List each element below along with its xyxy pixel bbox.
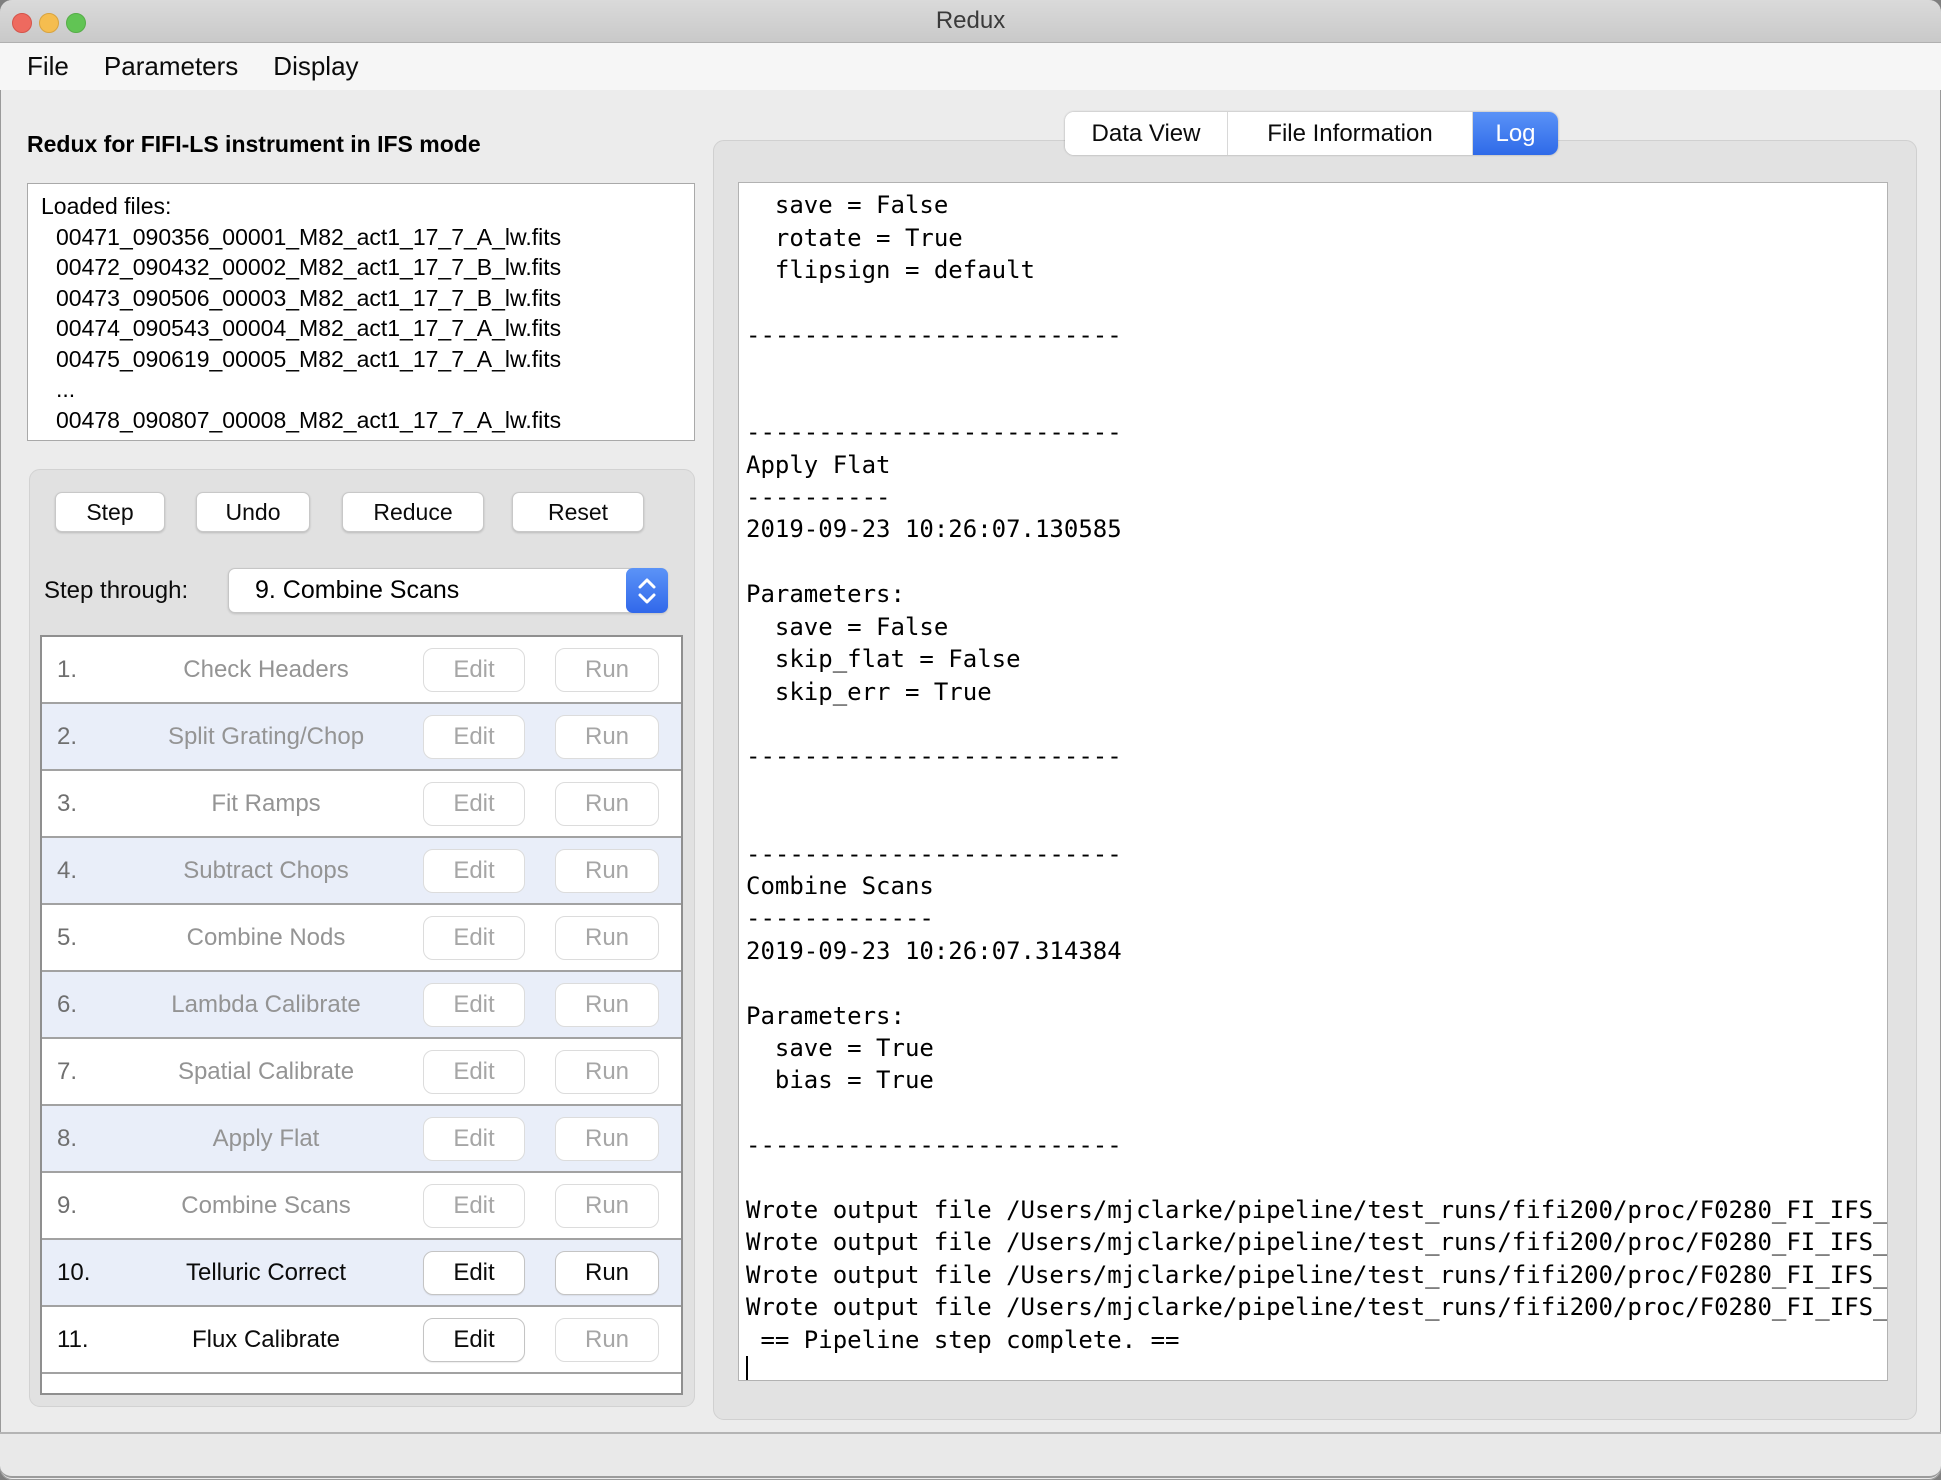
step-through-label: Step through: bbox=[44, 577, 189, 604]
run-button[interactable]: Run bbox=[555, 647, 659, 692]
loaded-files-list[interactable]: Loaded files: 00471_090356_00001_M82_act… bbox=[27, 183, 695, 441]
step-name: Apply Flat bbox=[212, 1124, 320, 1152]
step-name: Fit Ramps bbox=[211, 789, 321, 817]
step-name: Telluric Correct bbox=[185, 1258, 347, 1286]
window-footer bbox=[0, 1432, 1941, 1478]
file-item: 00472_090432_00002_M82_act1_17_7_B_lw.fi… bbox=[56, 254, 562, 280]
run-button[interactable]: Run bbox=[555, 1317, 659, 1362]
step-number: 3. bbox=[57, 789, 78, 817]
edit-button[interactable]: Edit bbox=[423, 915, 525, 960]
menu-bar: File Parameters Display bbox=[0, 43, 1941, 90]
step-row: 10. Telluric Correct Edit Run bbox=[42, 1240, 681, 1307]
file-item: 00474_090543_00004_M82_act1_17_7_A_lw.fi… bbox=[56, 315, 562, 341]
run-button[interactable]: Run bbox=[555, 982, 659, 1027]
step-through-dropdown[interactable]: 9. Combine Scans bbox=[228, 568, 668, 613]
step-name: Flux Calibrate bbox=[191, 1325, 341, 1353]
step-through-value: 9. Combine Scans bbox=[255, 576, 460, 604]
edit-button[interactable]: Edit bbox=[423, 982, 525, 1027]
log-text: Parameters: save = False rotate = True f… bbox=[746, 183, 1888, 1354]
step-row: 8. Apply Flat Edit Run bbox=[42, 1106, 681, 1173]
edit-button[interactable]: Edit bbox=[423, 647, 525, 692]
step-name: Combine Scans bbox=[181, 1191, 351, 1219]
step-number: 9. bbox=[57, 1191, 78, 1219]
run-button[interactable]: Run bbox=[555, 1049, 659, 1094]
run-button[interactable]: Run bbox=[555, 1116, 659, 1161]
run-button[interactable]: Run bbox=[555, 848, 659, 893]
chevron-up-down-icon[interactable] bbox=[626, 568, 668, 613]
file-item: 00475_090619_00005_M82_act1_17_7_A_lw.fi… bbox=[56, 345, 562, 372]
step-row: 1. Check Headers Edit Run bbox=[42, 637, 681, 704]
title-bar[interactable]: Redux bbox=[0, 0, 1941, 43]
run-button[interactable]: Run bbox=[555, 781, 659, 826]
step-number: 1. bbox=[57, 655, 78, 683]
text-cursor bbox=[746, 1356, 748, 1380]
undo-button[interactable]: Undo bbox=[196, 492, 310, 532]
tab-data-view[interactable]: Data View bbox=[1065, 112, 1228, 155]
run-button[interactable]: Run bbox=[555, 915, 659, 960]
step-name: Spatial Calibrate bbox=[177, 1057, 355, 1085]
step-row: 6. Lambda Calibrate Edit Run bbox=[42, 972, 681, 1039]
window-title: Redux bbox=[935, 7, 1006, 34]
step-number: 6. bbox=[57, 990, 78, 1018]
edit-button[interactable]: Edit bbox=[423, 1183, 525, 1228]
reset-button[interactable]: Reset bbox=[512, 492, 644, 532]
step-number: 8. bbox=[57, 1124, 78, 1152]
step-row: 4. Subtract Chops Edit Run bbox=[42, 838, 681, 905]
step-row: 11. Flux Calibrate Edit Run bbox=[42, 1307, 681, 1374]
step-number: 7. bbox=[57, 1057, 78, 1085]
step-name: Check Headers bbox=[183, 655, 349, 683]
file-item: 00473_090506_00003_M82_act1_17_7_B_lw.fi… bbox=[56, 284, 562, 311]
loaded-files-header: Loaded files: bbox=[41, 193, 172, 219]
step-button[interactable]: Step bbox=[55, 492, 165, 532]
run-button[interactable]: Run bbox=[555, 1250, 659, 1295]
step-row: 9. Combine Scans Edit Run bbox=[42, 1173, 681, 1240]
instrument-mode-label: Redux for FIFI-LS instrument in IFS mode bbox=[27, 131, 481, 157]
step-name: Combine Nods bbox=[186, 923, 346, 951]
menu-parameters[interactable]: Parameters bbox=[104, 51, 238, 82]
edit-button[interactable]: Edit bbox=[423, 781, 525, 826]
redux-window: Redux File Parameters Display Redux for … bbox=[0, 0, 1941, 1480]
edit-button[interactable]: Edit bbox=[423, 1250, 525, 1295]
step-name: Subtract Chops bbox=[183, 856, 349, 884]
tab-log[interactable]: Log bbox=[1473, 112, 1558, 155]
step-number: 2. bbox=[57, 722, 78, 750]
pipeline-steps-list[interactable]: 1. Check Headers Edit Run 2. Split Grating/Ch… bbox=[40, 635, 683, 1395]
view-tabs: Data View File Information Log bbox=[1065, 112, 1558, 155]
step-row: 5. Combine Nods Edit Run bbox=[42, 905, 681, 972]
run-button[interactable]: Run bbox=[555, 714, 659, 759]
step-row: 3. Fit Ramps Edit Run bbox=[42, 771, 681, 838]
tab-file-information[interactable]: File Information bbox=[1228, 112, 1473, 155]
reduce-button[interactable]: Reduce bbox=[342, 492, 484, 532]
run-button[interactable]: Run bbox=[555, 1183, 659, 1228]
edit-button[interactable]: Edit bbox=[423, 1049, 525, 1094]
edit-button[interactable]: Edit bbox=[423, 848, 525, 893]
step-number: 4. bbox=[57, 856, 78, 884]
step-name: Lambda Calibrate bbox=[171, 990, 361, 1018]
step-row: 7. Spatial Calibrate Edit Run bbox=[42, 1039, 681, 1106]
step-number: 10. bbox=[57, 1258, 91, 1286]
step-number: 11. bbox=[57, 1325, 89, 1353]
edit-button[interactable]: Edit bbox=[423, 714, 525, 759]
step-number: 5. bbox=[57, 923, 78, 951]
file-item: 00478_090807_00008_M82_act1_17_7_A_lw.fi… bbox=[56, 406, 562, 433]
file-item: ... bbox=[56, 376, 76, 402]
menu-display[interactable]: Display bbox=[273, 51, 358, 82]
edit-button[interactable]: Edit bbox=[423, 1317, 525, 1362]
edit-button[interactable]: Edit bbox=[423, 1116, 525, 1161]
step-row: 2. Split Grating/Chop Edit Run bbox=[42, 704, 681, 771]
step-name: Split Grating/Chop bbox=[167, 722, 365, 750]
log-output[interactable]: Parameters: save = False rotate = True f… bbox=[738, 182, 1888, 1381]
file-item: 00471_090356_00001_M82_act1_17_7_A_lw.fi… bbox=[56, 223, 562, 250]
menu-file[interactable]: File bbox=[27, 51, 69, 82]
